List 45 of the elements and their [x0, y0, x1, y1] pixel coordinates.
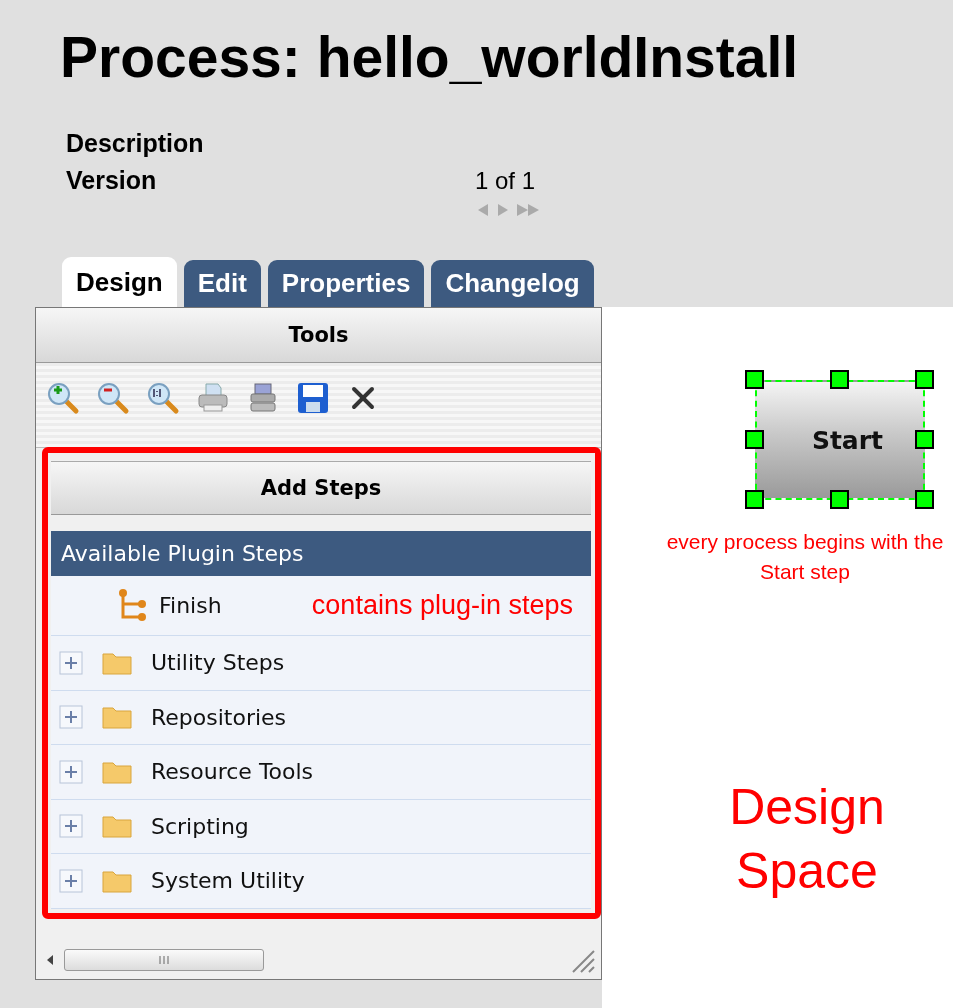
zoom-reset-icon — [146, 381, 180, 415]
folder-icon — [101, 813, 133, 840]
tree-header: Available Plugin Steps — [51, 531, 591, 576]
save-icon — [297, 382, 329, 414]
expand-icon[interactable] — [59, 650, 83, 675]
tree-item[interactable]: Scripting — [151, 813, 249, 839]
expand-icon[interactable] — [59, 868, 83, 893]
tree-item[interactable]: Resource Tools — [151, 759, 314, 785]
expand-icon[interactable] — [59, 705, 83, 730]
printer-stack-icon — [248, 381, 278, 415]
start-node[interactable]: Start — [755, 380, 925, 500]
selection-handle[interactable] — [915, 430, 934, 449]
tree-item[interactable]: Repositories — [151, 704, 287, 730]
annotation-heading: Design Space — [728, 778, 886, 901]
panel-header: Add Steps — [51, 461, 591, 515]
selection-handle[interactable] — [745, 490, 764, 509]
tree-item[interactable]: Utility Steps — [151, 650, 285, 676]
tree-item[interactable]: Finish — [159, 593, 222, 618]
zoom-in-icon — [46, 381, 80, 415]
step-icon — [117, 588, 149, 623]
selection-handle[interactable] — [745, 430, 764, 449]
tab[interactable]: Properties — [267, 260, 425, 307]
tab[interactable]: Edit — [183, 260, 261, 307]
selection-handle[interactable] — [830, 490, 849, 509]
scroll-left-icon[interactable] — [46, 955, 54, 965]
expand-icon[interactable] — [59, 814, 83, 839]
panel-header: Tools — [36, 308, 601, 363]
selection-handle[interactable] — [915, 490, 934, 509]
process-title: Process: hello_worldInstall — [60, 26, 800, 88]
selection-handle[interactable] — [745, 370, 764, 389]
folder-icon — [101, 704, 133, 731]
field-value: 1 of 1 — [475, 166, 537, 196]
field-label: Version — [66, 165, 158, 196]
tree-item[interactable]: System Utility — [151, 868, 305, 894]
selection-handle[interactable] — [915, 370, 934, 389]
selection-handle[interactable] — [830, 370, 849, 389]
printer-icon — [196, 381, 230, 415]
tab[interactable]: Changelog — [431, 260, 594, 307]
field-label: Description — [66, 128, 205, 159]
annotation-note: contains plug-in steps — [311, 590, 573, 621]
annotation-note: every process begins with the Start step — [665, 529, 945, 585]
zoom-out-icon — [96, 381, 130, 415]
tab[interactable]: Design — [62, 257, 177, 307]
scrollbar-thumb[interactable] — [64, 949, 264, 971]
expand-icon[interactable] — [59, 759, 83, 784]
